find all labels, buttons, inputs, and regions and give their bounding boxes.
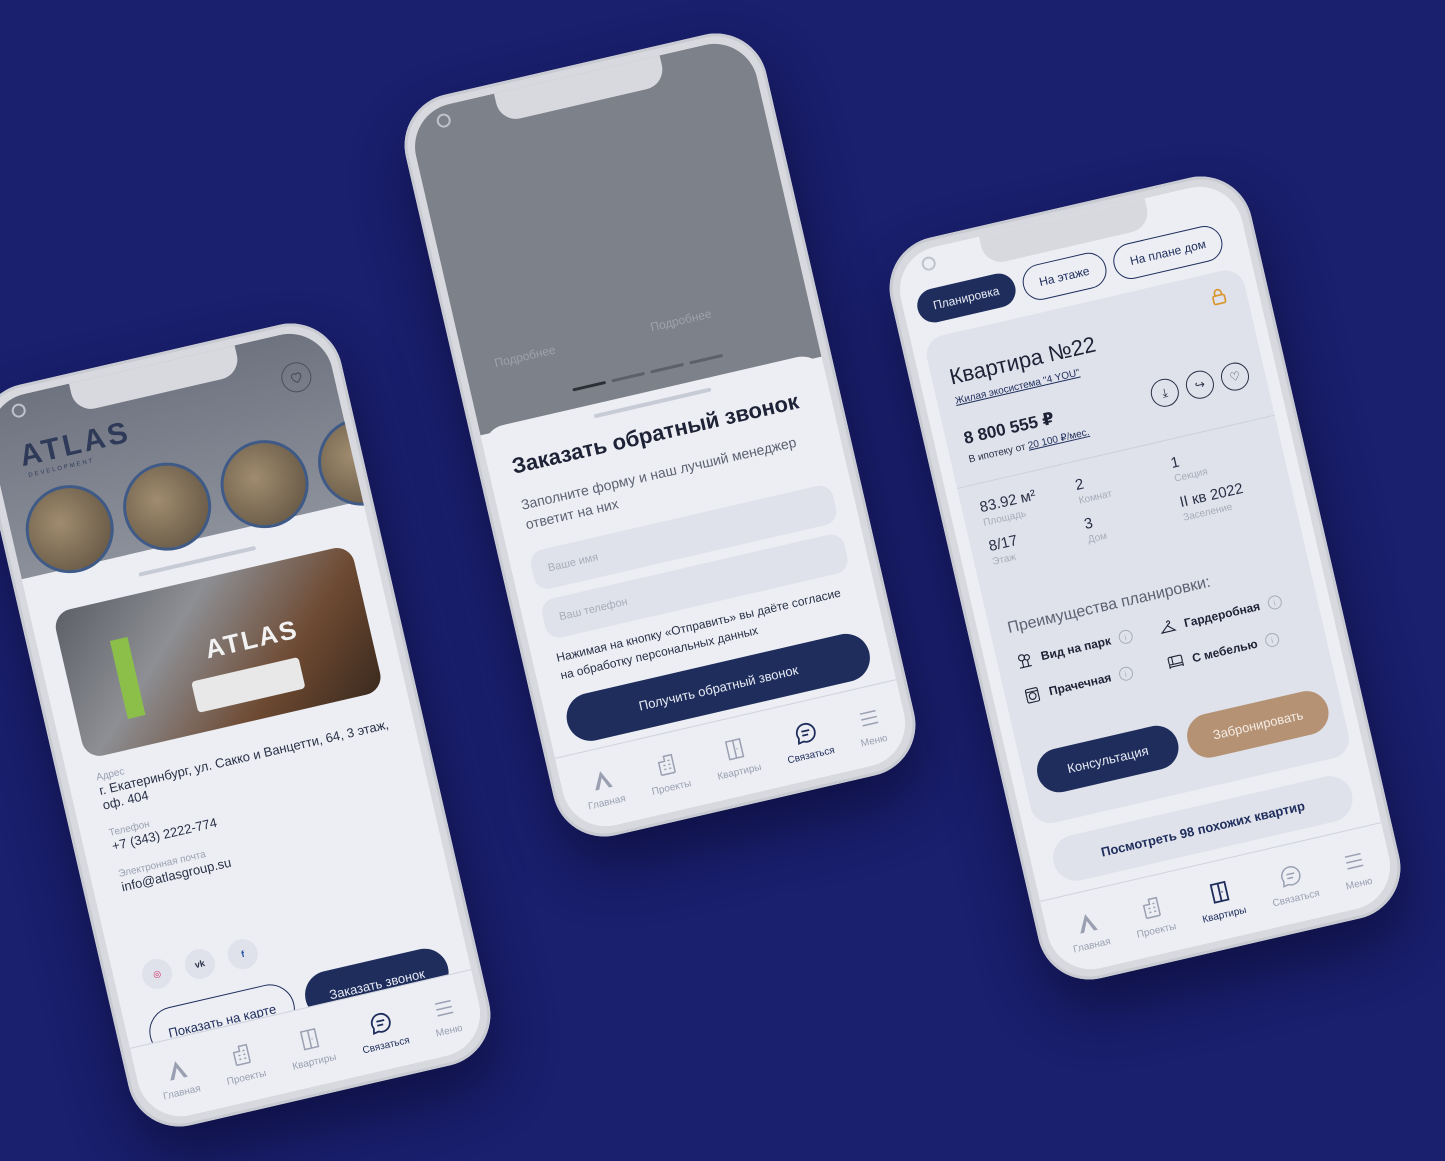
building-icon [657, 753, 676, 776]
heart-icon: ♡ [1228, 368, 1242, 385]
home-logo-icon [1079, 913, 1098, 934]
nav-contact[interactable]: Связаться [780, 715, 836, 766]
door-icon [1209, 880, 1230, 904]
screen: Планировка На этаже На плане дом Квартир… [891, 178, 1399, 978]
apartment-actions: ⤓ ↪ ♡ [1148, 359, 1252, 410]
nav-apartments-label: Квартиры [716, 761, 763, 783]
nav-contact-label: Связаться [1271, 887, 1321, 909]
nav-apartments[interactable]: Квартиры [1195, 875, 1248, 926]
share-icon: ↪ [1193, 376, 1207, 393]
share-button[interactable]: ↪ [1183, 367, 1217, 402]
story-thumbnail[interactable] [16, 476, 123, 582]
advantage-label: Вид на парк [1039, 633, 1113, 664]
nav-contact[interactable]: Связаться [1265, 858, 1321, 909]
nav-menu-label: Меню [434, 1022, 464, 1040]
menu-icon [1344, 852, 1364, 870]
story-thumbnail[interactable] [211, 431, 318, 537]
download-icon: ⤓ [1160, 384, 1169, 400]
nav-projects-label: Проекты [650, 777, 693, 798]
menu-icon [434, 999, 454, 1017]
apartment-buttons: Консультация Забронировать [1032, 686, 1333, 797]
phone-apartment: Планировка На этаже На плане дом Квартир… [879, 166, 1411, 990]
favorite-button[interactable] [278, 359, 315, 396]
chat-icon [795, 722, 816, 745]
nav-projects[interactable]: Проекты [644, 748, 692, 797]
vk-icon[interactable]: vk [181, 946, 218, 983]
building-icon [1142, 896, 1161, 919]
nav-home[interactable]: Главная [580, 763, 627, 812]
carousel-dot[interactable] [650, 362, 685, 374]
carousel-dot[interactable] [572, 380, 607, 392]
nav-apartments[interactable]: Квартиры [285, 1022, 338, 1073]
screen: Подробнее Подробнее Заказать обратный зв… [406, 35, 914, 835]
nav-menu[interactable]: Меню [428, 993, 464, 1039]
carousel-dot[interactable] [611, 371, 646, 383]
consult-button[interactable]: Консультация [1032, 721, 1183, 797]
nav-menu[interactable]: Меню [1338, 846, 1374, 892]
nav-apartments-label: Квартиры [291, 1051, 338, 1073]
phone-contacts: ATLAS DEVELOPMENT ATLAS Адрес г. Екатери… [0, 313, 501, 1137]
nav-contact-label: Связаться [361, 1034, 411, 1056]
home-logo-icon [594, 770, 613, 791]
apartment-card: Квартира №22 Жилая экосистема "4 YOU" 8 … [922, 266, 1353, 828]
lock-icon[interactable] [1207, 284, 1231, 308]
nav-menu[interactable]: Меню [853, 703, 889, 749]
story-thumbnail[interactable] [309, 408, 415, 515]
social-links: ◎ vk f [139, 936, 261, 992]
furniture-icon [1167, 654, 1185, 670]
nav-home-label: Главная [162, 1082, 202, 1102]
advantage-label: С мебелью [1190, 636, 1259, 666]
nav-apartments-label: Квартиры [1201, 904, 1248, 926]
story-thumbnail[interactable] [114, 453, 220, 560]
advantage-label: Прачечная [1047, 670, 1113, 699]
info-icon[interactable]: i [1263, 631, 1281, 649]
nav-apartments[interactable]: Квартиры [710, 732, 763, 783]
nav-home-label: Главная [1072, 935, 1112, 955]
nav-projects-label: Проекты [225, 1067, 268, 1088]
phone-callback: Подробнее Подробнее Заказать обратный зв… [394, 23, 926, 847]
contact-sheet: ATLAS Адрес г. Екатеринбург, ул. Сакко и… [23, 510, 472, 1062]
nav-home[interactable]: Главная [1065, 906, 1112, 955]
book-button[interactable]: Забронировать [1182, 686, 1333, 763]
office-decor [109, 636, 146, 719]
carousel-dot[interactable] [689, 353, 724, 365]
door-icon [724, 737, 744, 761]
nav-contact[interactable]: Связаться [355, 1005, 411, 1056]
heart-icon [290, 372, 302, 384]
nav-projects[interactable]: Проекты [219, 1038, 267, 1087]
door-icon [299, 1027, 319, 1051]
advantages-list: Вид на парк i Гардеробная i Прачечная i … [1014, 587, 1313, 706]
nav-menu-label: Меню [859, 732, 889, 750]
facebook-icon[interactable]: f [224, 936, 261, 973]
nav-home-label: Главная [587, 792, 627, 812]
more-link[interactable]: Подробнее [649, 307, 713, 335]
advantage-label: Гардеробная [1182, 599, 1262, 631]
info-icon[interactable]: i [1266, 594, 1283, 611]
home-logo-icon [169, 1060, 188, 1081]
washing-machine-icon [1024, 687, 1041, 704]
favorite-button[interactable]: ♡ [1218, 359, 1252, 394]
nav-home[interactable]: Главная [155, 1053, 202, 1102]
menu-icon [859, 709, 879, 727]
building-icon [232, 1043, 251, 1066]
nav-menu-label: Меню [1344, 875, 1374, 893]
tab-layout[interactable]: Планировка [913, 270, 1019, 326]
nav-projects[interactable]: Проекты [1129, 891, 1177, 940]
apartment-stats: 83.92 м² Площадь 2 Комнат 1 Секция 8/17 Этаж… [978, 433, 1280, 568]
info-icon[interactable]: i [1116, 628, 1134, 646]
tree-icon [1017, 654, 1032, 669]
office-sign: ATLAS [202, 613, 302, 665]
instagram-icon[interactable]: ◎ [139, 955, 175, 992]
more-link[interactable]: Подробнее [493, 343, 557, 371]
hanger-icon [1160, 620, 1177, 634]
download-button[interactable]: ⤓ [1148, 375, 1182, 410]
chat-icon [370, 1012, 391, 1035]
nav-contact-label: Связаться [786, 744, 836, 766]
chat-icon [1281, 865, 1301, 888]
screen: ATLAS DEVELOPMENT ATLAS Адрес г. Екатери… [0, 325, 489, 1125]
tab-on-floor[interactable]: На этаже [1018, 249, 1110, 304]
nav-projects-label: Проекты [1135, 920, 1178, 941]
info-icon[interactable]: i [1117, 665, 1135, 683]
